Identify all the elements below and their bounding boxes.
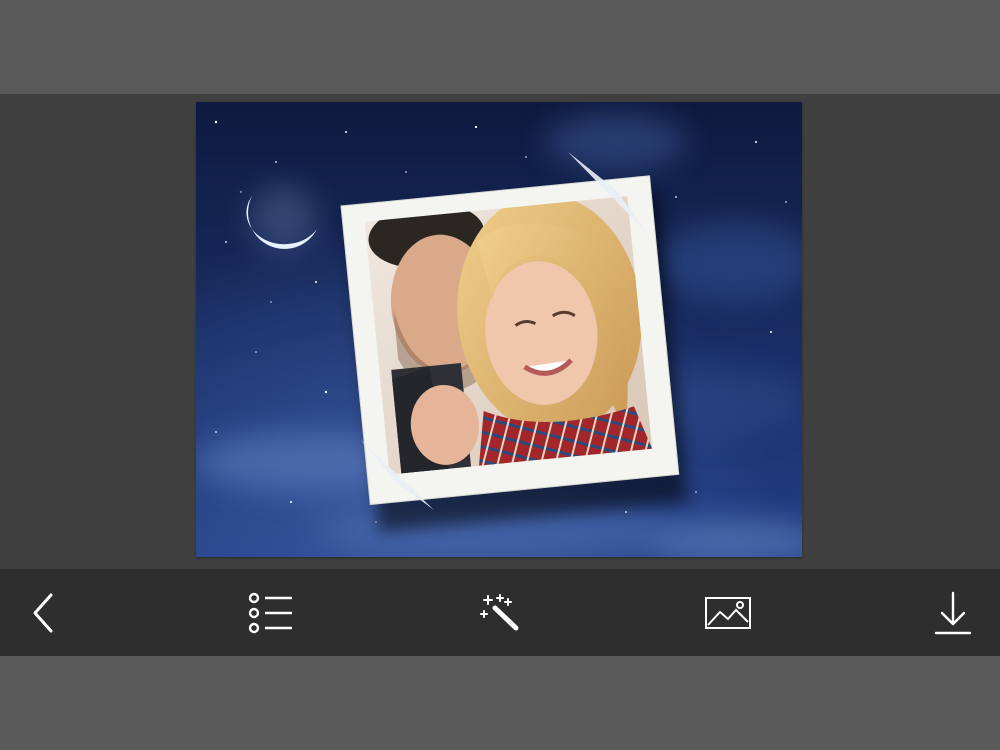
image-icon <box>705 597 751 629</box>
top-bar <box>0 0 1000 94</box>
polaroid-frame <box>340 175 688 532</box>
canvas-artwork <box>196 102 802 557</box>
download-button[interactable] <box>926 586 980 640</box>
image-button[interactable] <box>701 586 755 640</box>
photo-canvas[interactable] <box>196 102 802 557</box>
chevron-left-icon <box>33 593 53 633</box>
magic-wand-button[interactable] <box>473 586 527 640</box>
bottom-toolbar <box>0 569 1000 656</box>
photo-frame-editor <box>0 0 1000 750</box>
list-button[interactable] <box>243 586 297 640</box>
download-icon <box>934 591 972 635</box>
magic-wand-icon <box>480 594 519 631</box>
bottom-bar <box>0 656 1000 750</box>
workspace <box>0 94 1000 569</box>
couple-photo <box>364 196 653 475</box>
list-icon <box>248 592 292 634</box>
back-button[interactable] <box>18 586 72 640</box>
